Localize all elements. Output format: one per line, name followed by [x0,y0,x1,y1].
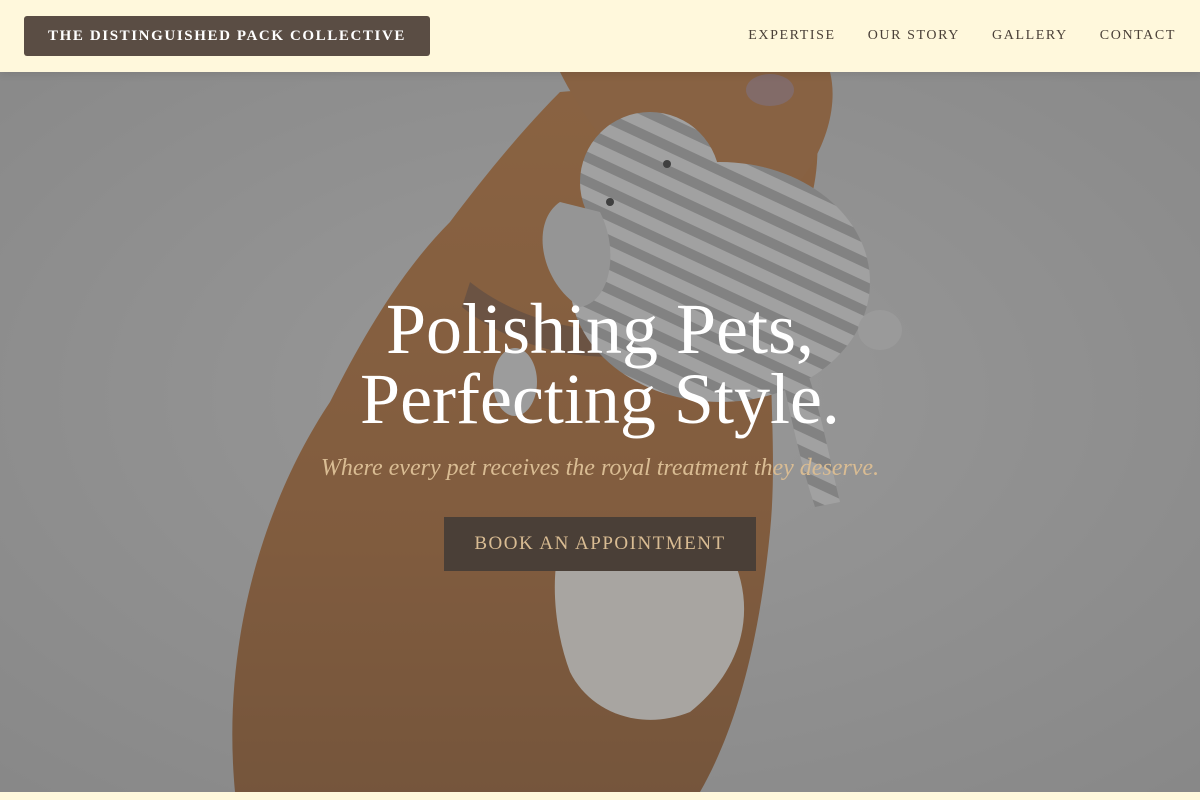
page-bottom-strip [0,792,1200,800]
nav-link-expertise[interactable]: EXPERTISE [748,28,835,44]
main-nav: EXPERTISE OUR STORY GALLERY CONTACT [748,28,1176,44]
nav-link-contact[interactable]: CONTACT [1100,28,1176,44]
brand-logo[interactable]: THE DISTINGUISHED PACK COLLECTIVE [24,16,431,56]
nav-link-gallery[interactable]: GALLERY [992,28,1068,44]
hero-title-line-2: Perfecting Style. [360,359,840,439]
hero-content: Polishing Pets, Perfecting Style. Where … [0,72,1200,792]
hero-subtitle: Where every pet receives the royal treat… [320,455,880,481]
site-header: THE DISTINGUISHED PACK COLLECTIVE EXPERT… [0,0,1200,72]
hero-title-line-1: Polishing Pets, [385,289,815,369]
hero-section: Polishing Pets, Perfecting Style. Where … [0,72,1200,792]
nav-link-our-story[interactable]: OUR STORY [868,28,960,44]
hero-title: Polishing Pets, Perfecting Style. [0,289,1200,439]
book-appointment-button[interactable]: BOOK AN APPOINTMENT [444,517,756,571]
